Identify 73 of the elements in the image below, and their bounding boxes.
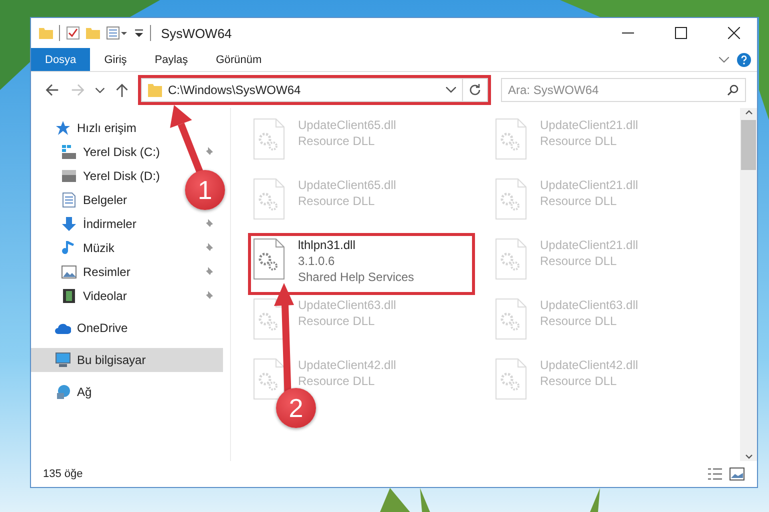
scrollbar-thumb[interactable] <box>741 120 756 170</box>
close-icon <box>728 27 740 39</box>
search-icon[interactable] <box>727 84 739 96</box>
star-icon <box>55 120 71 136</box>
music-note-icon <box>61 240 77 256</box>
help-icon[interactable] <box>737 52 751 66</box>
folder-icon <box>148 84 162 96</box>
back-arrow-icon <box>45 83 59 97</box>
sidebar-item[interactable]: Hızlı erişim <box>31 116 140 140</box>
sidebar-item[interactable]: Resimler <box>31 260 134 284</box>
file-name[interactable]: lthlpn31.dll <box>298 238 414 252</box>
vertical-scrollbar[interactable] <box>740 108 757 461</box>
sidebar-item[interactable]: İndirmeler <box>31 212 140 236</box>
sidebar-item[interactable]: Videolar <box>31 284 131 308</box>
dll-file-icon <box>495 118 527 160</box>
file-detail: Resource DLL <box>540 374 618 388</box>
dll-file-icon <box>495 298 527 340</box>
minimize-icon <box>622 32 634 34</box>
sidebar-item[interactable]: Yerel Disk (C:) <box>31 140 164 164</box>
large-icons-view-icon[interactable] <box>729 467 745 481</box>
address-field[interactable]: C:\Windows\SysWOW64 <box>141 78 463 102</box>
dll-file-icon <box>253 298 285 340</box>
dll-file-icon <box>253 178 285 220</box>
sidebar-item[interactable]: Ağ <box>31 380 96 404</box>
dll-file-icon <box>253 118 285 160</box>
dll-file-icon <box>495 358 527 400</box>
file-detail: Resource DLL <box>540 134 618 148</box>
leaf-drawing <box>590 488 600 512</box>
maximize-icon <box>674 27 686 39</box>
up-arrow-icon <box>115 83 129 97</box>
ribbon-tab[interactable]: Görünüm <box>202 48 276 71</box>
properties-check-icon[interactable] <box>66 26 80 40</box>
film-icon <box>61 288 77 304</box>
dropdown-caret-icon[interactable] <box>446 87 456 93</box>
file-detail: Resource DLL <box>540 254 618 268</box>
expand-ribbon-icon[interactable] <box>719 56 729 62</box>
sidebar-item[interactable]: Yerel Disk (D:) <box>31 164 164 188</box>
forward-arrow-icon <box>71 83 85 97</box>
sidebar-item[interactable]: Belgeler <box>31 188 132 212</box>
dropdown-caret-icon <box>95 87 105 93</box>
ribbon-tab[interactable]: Giriş <box>90 48 141 71</box>
file-detail: Resource DLL <box>540 314 618 328</box>
item-count: 135 öğe <box>43 468 83 480</box>
file-detail: Resource DLL <box>298 194 376 208</box>
drive-icon <box>61 144 77 160</box>
network-icon <box>55 384 71 400</box>
sidebar-item[interactable]: Müzik <box>31 236 118 260</box>
download-arrow-icon <box>61 216 77 232</box>
dll-file-icon <box>253 238 285 280</box>
refresh-button[interactable] <box>463 78 488 102</box>
view-dropdown-icon[interactable] <box>106 26 128 40</box>
file-detail: Resource DLL <box>298 314 376 328</box>
details-view-icon[interactable] <box>707 467 723 481</box>
ribbon-tab[interactable]: Paylaş <box>140 48 202 71</box>
dll-file-icon <box>253 358 285 400</box>
file-detail: Resource DLL <box>298 374 376 388</box>
ribbon-tab[interactable]: Dosya <box>31 48 90 71</box>
picture-icon <box>61 264 77 280</box>
computer-icon <box>55 352 71 368</box>
file-detail: Resource DLL <box>540 194 618 208</box>
leaf-drawing <box>420 488 430 512</box>
file-detail: 3.1.0.6 <box>298 254 336 268</box>
search-field[interactable]: Ara: SysWOW64 <box>501 78 746 102</box>
file-detail: Shared Help Services <box>298 270 414 284</box>
drive-icon <box>61 168 77 184</box>
refresh-icon <box>469 84 481 96</box>
document-icon <box>61 192 77 208</box>
sidebar-item[interactable]: Bu bilgisayar <box>31 348 223 372</box>
dll-file-icon <box>495 178 527 220</box>
dll-file-icon <box>495 238 527 280</box>
sidebar-item[interactable]: OneDrive <box>31 316 132 340</box>
window-title: SysWOW64 <box>161 26 232 40</box>
file-detail: Resource DLL <box>298 134 376 148</box>
